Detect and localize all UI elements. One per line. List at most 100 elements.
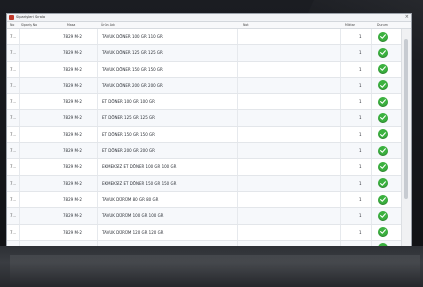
row-variant: 7829 M-2 — [63, 164, 82, 170]
check-circle-icon[interactable] — [378, 47, 388, 58]
row-product-name: TAVUK DÖNER 125 GR 125 GR — [102, 50, 163, 56]
check-circle-icon[interactable] — [378, 96, 388, 107]
row-product-name: ET DÖNER 125 GR 125 GR — [102, 115, 155, 121]
check-circle-icon[interactable] — [378, 145, 388, 156]
row-variant: 7829 M-2 — [63, 66, 82, 72]
column-divider — [371, 143, 372, 159]
table-row[interactable]: 7... 7829 M-2 EKMEKSİZ ET DÖNER 100 GR 100… — [7, 159, 403, 176]
column-divider — [340, 94, 341, 110]
table-row[interactable]: 7... 7829 M-2 ET DÖNER 200 GR 200 GR 1 — [7, 143, 403, 160]
column-divider — [340, 126, 341, 143]
column-divider — [19, 159, 20, 175]
column-divider — [340, 208, 341, 224]
column-divider — [371, 175, 372, 191]
col-header-qty[interactable]: Miktar — [345, 22, 355, 28]
column-divider — [97, 29, 98, 45]
col-header-status[interactable]: Durum — [377, 22, 388, 28]
table-row[interactable]: 7... 7829 M-2 TAVUK DÖNER 125 GR 125 GR 1 — [7, 45, 403, 62]
column-divider — [97, 77, 98, 94]
column-divider — [97, 224, 98, 240]
row-quantity: 1 — [359, 50, 362, 56]
row-product-name: TAVUK DÖNER 200 GR 200 GR — [102, 82, 163, 88]
column-divider — [237, 77, 238, 94]
row-variant: 7829 M-2 — [63, 82, 82, 88]
row-quantity: 1 — [359, 66, 362, 72]
row-variant: 7829 M-2 — [63, 180, 82, 186]
row-product-name: TAVUK DÜRÜM 80 GR 80 GR — [102, 196, 159, 202]
vertical-scrollbar[interactable] — [401, 29, 411, 247]
row-product-name: EKMEKSİZ ET DÖNER 100 GR 100 GR — [102, 164, 177, 170]
col-header-id[interactable]: No — [10, 22, 14, 28]
column-divider — [19, 175, 20, 191]
column-divider — [371, 45, 372, 61]
column-divider — [237, 61, 238, 77]
check-circle-icon[interactable] — [378, 31, 388, 42]
column-divider — [340, 29, 341, 45]
check-circle-icon[interactable] — [378, 210, 388, 221]
row-variant: 7829 M-2 — [63, 131, 82, 137]
column-divider — [237, 159, 238, 175]
row-id: 7... — [10, 180, 17, 186]
check-circle-icon[interactable] — [378, 178, 388, 189]
col-header-name[interactable]: Ürün Adı — [101, 22, 115, 28]
check-circle-icon[interactable] — [378, 194, 388, 205]
column-divider — [371, 94, 372, 110]
column-divider — [237, 191, 238, 208]
table-row[interactable]: 7... 7829 M-2 TAVUK DÖNER 100 GR 110 GR 1 — [7, 29, 403, 46]
column-divider — [340, 159, 341, 175]
column-divider — [237, 175, 238, 191]
window-title: Siparişleri Sırala — [16, 15, 46, 19]
col-header-variant[interactable]: Masa — [67, 22, 75, 28]
column-divider — [19, 110, 20, 126]
column-divider — [19, 143, 20, 159]
column-divider — [97, 159, 98, 175]
row-variant: 7829 M-2 — [63, 148, 82, 154]
check-circle-icon[interactable] — [378, 227, 388, 238]
check-circle-icon[interactable] — [378, 80, 388, 91]
row-id: 7... — [10, 148, 17, 154]
scrollbar-thumb[interactable] — [404, 39, 408, 199]
column-divider — [97, 208, 98, 224]
table-row[interactable]: 7... 7829 M-2 TAVUK DÜRÜM 80 GR 80 GR 1 — [7, 191, 403, 209]
row-quantity: 1 — [359, 82, 362, 88]
row-id: 7... — [10, 66, 17, 72]
row-quantity: 1 — [359, 164, 362, 170]
col-header-code[interactable]: Sipariş No — [21, 22, 37, 28]
table-row[interactable]: 7... 7829 M-2 TAVUK DÖNER 150 GR 150 GR 1 — [7, 61, 403, 78]
check-circle-icon[interactable] — [378, 64, 388, 75]
check-circle-icon[interactable] — [378, 113, 388, 124]
column-divider — [371, 159, 372, 175]
table-row[interactable]: 7... 7829 M-2 TAVUK DÜRÜM 100 GR 100 GR 1 — [7, 208, 403, 225]
table-row[interactable]: 7... 7829 M-2 ET DÖNER 125 GR 125 GR 1 — [7, 110, 403, 127]
table-row[interactable]: 7... 7829 M-2 TAVUK DÜRÜM 120 GR 120 GR 1 — [7, 224, 403, 241]
column-divider — [19, 224, 20, 240]
row-quantity: 1 — [359, 148, 362, 154]
row-product-name: ET DÖNER 200 GR 200 GR — [102, 148, 155, 154]
column-divider — [19, 61, 20, 77]
table-row[interactable]: 7... 7829 M-2 ET DÖNER 100 GR 100 GR 1 — [7, 94, 403, 111]
check-circle-icon[interactable] — [378, 129, 388, 140]
column-divider — [237, 126, 238, 143]
col-header-note[interactable]: Not — [243, 22, 249, 28]
column-divider — [371, 191, 372, 208]
order-window: Siparişleri Sırala × No Sipariş No Masa … — [6, 13, 412, 248]
row-variant: 7829 M-2 — [63, 196, 82, 202]
column-divider — [340, 143, 341, 159]
table-row[interactable]: 7... 7829 M-2 EKMEKSİZ ET DÖNER 150 GR 150… — [7, 175, 403, 192]
table-row[interactable]: 7... 7829 M-2 ET DÖNER 150 GR 150 GR 1 — [7, 126, 403, 144]
table-header: No Sipariş No Masa Ürün Adı Not Miktar D… — [7, 22, 411, 29]
close-icon[interactable]: × — [405, 14, 409, 21]
table-row[interactable]: 7... 7829 M-2 TAVUK DÖNER 200 GR 200 GR 1 — [7, 77, 403, 95]
column-divider — [97, 45, 98, 61]
column-divider — [237, 110, 238, 126]
row-quantity: 1 — [359, 115, 362, 121]
column-divider — [371, 126, 372, 143]
column-divider — [340, 224, 341, 240]
column-divider — [237, 29, 238, 45]
row-quantity: 1 — [359, 34, 362, 39]
row-quantity: 1 — [359, 229, 362, 235]
column-divider — [19, 126, 20, 143]
app-icon — [9, 15, 14, 20]
column-divider — [340, 61, 341, 77]
check-circle-icon[interactable] — [378, 161, 388, 172]
